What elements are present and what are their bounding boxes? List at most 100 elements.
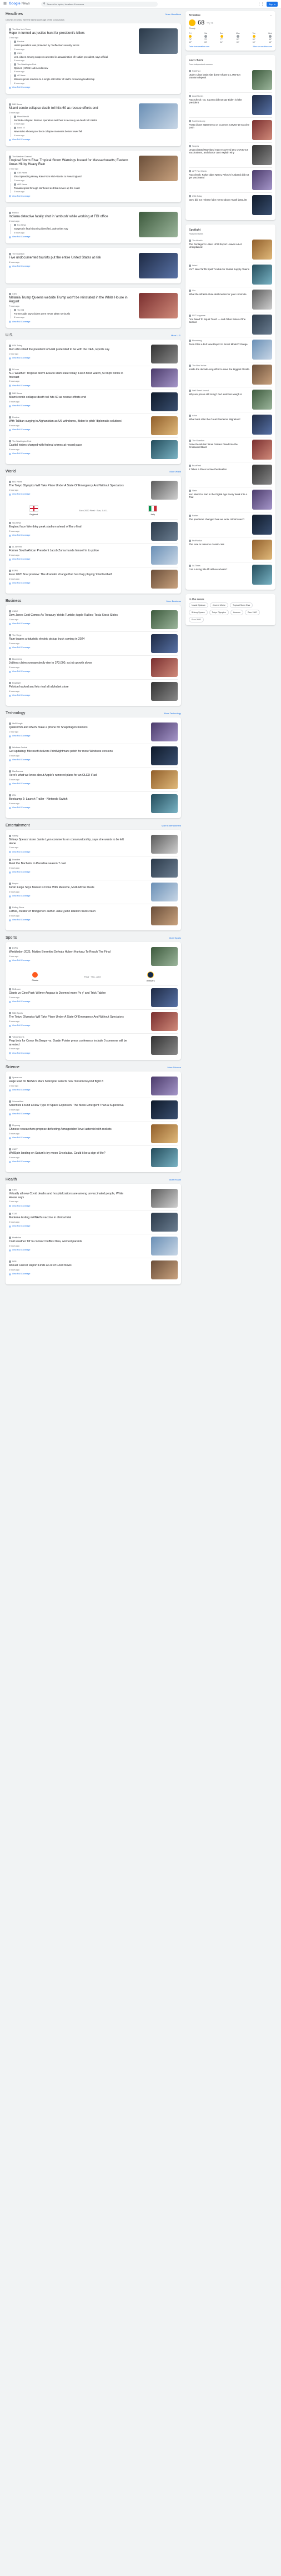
story-item[interactable]: The Washington Post Capitol rioters charg… bbox=[9, 438, 178, 461]
story-item[interactable]: NBC News Miami condo collapse death toll … bbox=[9, 390, 178, 415]
full-coverage-link[interactable]: ▤ View Full Coverage bbox=[9, 357, 131, 360]
story-item[interactable]: BBC News The Tokyo Olympics Will Take Pla… bbox=[9, 479, 178, 502]
story-item[interactable]: CNET WellSpin landing on Saturn's icy moo… bbox=[9, 1146, 178, 1169]
story-item[interactable]: Healthline Cold weather 'fill' to connect… bbox=[9, 1234, 178, 1259]
story-headline[interactable]: U.S. citizen among suspects arrested in … bbox=[14, 56, 131, 58]
story-headline[interactable]: Tropical Storm Elsa: Tropical Storm Warn… bbox=[9, 159, 131, 167]
full-coverage-link[interactable]: ▤ View Full Coverage bbox=[9, 405, 131, 407]
story-headline[interactable]: The race to tokenize classic cars bbox=[189, 543, 250, 546]
section-title[interactable]: Business bbox=[6, 599, 21, 603]
source-name[interactable]: The Washington Post bbox=[12, 440, 31, 442]
weather-card[interactable]: Brookline ⌄ 68 °F | °C Cloudy Fri 76° 62° S… bbox=[185, 11, 275, 51]
full-coverage-link[interactable]: ▤ View Full Coverage bbox=[9, 265, 131, 268]
story-headline[interactable]: With Taliban surging in Afghanistan as U… bbox=[9, 420, 131, 423]
story-thumbnail[interactable] bbox=[252, 265, 272, 285]
story-headline[interactable]: Suspect in fatal shooting identified, au… bbox=[14, 227, 131, 230]
full-coverage-link[interactable]: ▤ View Full Coverage bbox=[9, 582, 131, 585]
section-title[interactable]: Technology bbox=[6, 711, 25, 715]
section-title[interactable]: Sports bbox=[6, 936, 17, 940]
story-thumbnail[interactable] bbox=[252, 195, 272, 215]
story-thumbnail[interactable] bbox=[151, 906, 178, 926]
related-story[interactable]: CNN U.S. citizen among suspects arrested … bbox=[10, 52, 131, 62]
story-headline[interactable]: Former aide says claims were never taken… bbox=[14, 312, 131, 315]
story-thumbnail[interactable] bbox=[151, 988, 178, 1008]
story-headline[interactable]: Posts distort statements on Cuomo's COVI… bbox=[189, 123, 250, 129]
source-name[interactable]: Bloomberg bbox=[192, 340, 202, 342]
full-coverage-link[interactable]: ▤ View Full Coverage bbox=[9, 1089, 131, 1092]
source-name[interactable]: Slate bbox=[192, 490, 197, 492]
story-headline[interactable]: Tesla Files a Full New Report to Boost M… bbox=[189, 343, 250, 346]
more-us-link[interactable]: More U.S. bbox=[171, 334, 181, 337]
story-thumbnail[interactable] bbox=[151, 859, 178, 878]
story-headline[interactable]: Annual Cancer Report Finds a Lot of Good… bbox=[9, 1264, 131, 1267]
story-thumbnail[interactable] bbox=[151, 345, 178, 364]
story-thumbnail[interactable] bbox=[151, 1260, 178, 1280]
story-headline[interactable]: Elsa Spreading Heavy Rain From Mid-Atlan… bbox=[14, 175, 131, 178]
story-headline[interactable]: Melania Trump Queens website Trump won't… bbox=[9, 296, 131, 304]
source-name[interactable]: NBC Sports bbox=[12, 1012, 23, 1014]
story-headline[interactable]: England face Wembley peak stadium ahead … bbox=[9, 525, 131, 529]
more-entertainment-link[interactable]: More Entertainment bbox=[162, 824, 181, 827]
story-headline[interactable]: Fact Check: No, Cuomo did not say Biden … bbox=[189, 98, 250, 104]
source-name[interactable]: Wired bbox=[192, 265, 197, 267]
source-name[interactable]: NBC News bbox=[12, 392, 22, 395]
story-headline[interactable]: Can a rising tide lift all houseboats? bbox=[189, 568, 250, 571]
section-title[interactable]: World bbox=[6, 470, 16, 474]
story-thumbnail[interactable] bbox=[151, 883, 178, 902]
source-name[interactable]: CNN bbox=[12, 293, 17, 295]
story-item[interactable]: Politico Indiana detective fatally shot i… bbox=[9, 210, 178, 241]
story-item[interactable]: ESPN Euro 2020 final preview: The dramati… bbox=[9, 567, 178, 591]
source-name[interactable]: CNBC bbox=[12, 610, 18, 612]
story-item[interactable]: Rolling Stone Father, creator of 'Bridger… bbox=[9, 904, 178, 928]
side-story[interactable]: Slate Ken Weil Got Sad in the Digital Age… bbox=[189, 487, 272, 512]
story-thumbnail[interactable] bbox=[252, 440, 272, 460]
story-thumbnail[interactable] bbox=[139, 155, 178, 181]
story-headline[interactable]: The Pentagon's Latest UFO Report Leaves … bbox=[189, 243, 250, 249]
source-name[interactable]: BBC News bbox=[12, 481, 22, 483]
full-coverage-link[interactable]: ▤ View Full Coverage bbox=[9, 1249, 131, 1252]
story-item[interactable]: Phys.org Chinese researchers propose defl… bbox=[9, 1122, 178, 1147]
story-thumbnail[interactable] bbox=[139, 28, 178, 54]
side-story[interactable]: Axios What Next After the Great Pandemic … bbox=[189, 412, 272, 437]
full-coverage-link[interactable]: ▤ View Full Coverage bbox=[9, 694, 131, 697]
section-title[interactable]: Health bbox=[6, 1178, 17, 1182]
source-name[interactable]: Vox bbox=[192, 290, 195, 292]
full-coverage-link[interactable]: ▤ View Full Coverage bbox=[9, 1000, 131, 1003]
source-name[interactable]: Phys.org bbox=[12, 1124, 20, 1127]
story-thumbnail[interactable] bbox=[151, 1077, 178, 1096]
story-headline[interactable]: It Takes a Place to See the Beatles bbox=[189, 468, 250, 471]
source-name[interactable]: STAT bbox=[12, 1213, 17, 1215]
side-story[interactable]: Bloomberg Tesla Files a Full New Report t… bbox=[189, 337, 272, 362]
story-headline[interactable]: Euro 2020 final preview: The dramatic ch… bbox=[9, 573, 131, 576]
full-coverage-link[interactable]: ▤ View Full Coverage bbox=[9, 959, 131, 962]
story-item[interactable]: USA Today Men who killed the president of… bbox=[9, 342, 178, 367]
story-headline[interactable]: Cold weather 'fill' to connect baffles D… bbox=[9, 1240, 131, 1243]
source-name[interactable]: Rolling Stone bbox=[12, 906, 24, 909]
weather-location[interactable]: Brookline bbox=[189, 14, 200, 17]
source-name[interactable]: Yahoo Sports bbox=[12, 1036, 24, 1038]
chevron-down-icon[interactable]: ⌄ bbox=[270, 14, 272, 17]
apps-icon[interactable]: ⋮⋮ bbox=[258, 2, 264, 6]
topic-chip[interactable]: Tokyo Olympics bbox=[209, 610, 229, 615]
story-headline[interactable]: What Next After the Great Pandemic Migra… bbox=[189, 418, 250, 421]
weather-more-link[interactable]: More on weather.com bbox=[253, 46, 272, 48]
topic-chip[interactable]: Novak Djokovic bbox=[189, 602, 208, 608]
more-world-link[interactable]: More World bbox=[169, 470, 181, 473]
story-headline[interactable]: Men who killed the president of Haiti pr… bbox=[9, 348, 131, 351]
story-item[interactable]: The Verge Ram teases a futuristic electri… bbox=[9, 632, 178, 656]
full-coverage-link[interactable]: ▤ View Full Coverage bbox=[9, 871, 131, 874]
story-item[interactable]: CNBC Dow Jones Cold Comes As Treasury Yie… bbox=[9, 608, 178, 632]
story-headline[interactable]: The Tokyo Olympics Will Take Place Under… bbox=[9, 1015, 131, 1019]
story-headline[interactable]: New video shows pool deck collapse momen… bbox=[14, 130, 131, 133]
story-headline[interactable]: Prep bets for Conor McGregor vs. Dustin … bbox=[9, 1039, 131, 1047]
story-item[interactable]: NPR Annual Cancer Report Finds a Lot of G… bbox=[9, 1258, 178, 1282]
story-thumbnail[interactable] bbox=[151, 1124, 178, 1144]
full-coverage-link[interactable]: ▤ View Full Coverage bbox=[9, 1137, 131, 1139]
story-thumbnail[interactable] bbox=[252, 340, 272, 360]
side-story[interactable]: LA Times Can a rising tide lift all house… bbox=[189, 562, 272, 587]
side-story[interactable]: The New Yorker Inside the decade-long eff… bbox=[189, 362, 272, 387]
story-headline[interactable]: Meet the Bachelor in Paradise season 7 c… bbox=[9, 862, 131, 865]
story-item[interactable]: The Guardian Five undocumented tourists p… bbox=[9, 251, 178, 281]
story-headline[interactable]: Qualcomm and ASUS make a phone for Snapd… bbox=[9, 726, 131, 729]
story-thumbnail[interactable] bbox=[252, 390, 272, 410]
